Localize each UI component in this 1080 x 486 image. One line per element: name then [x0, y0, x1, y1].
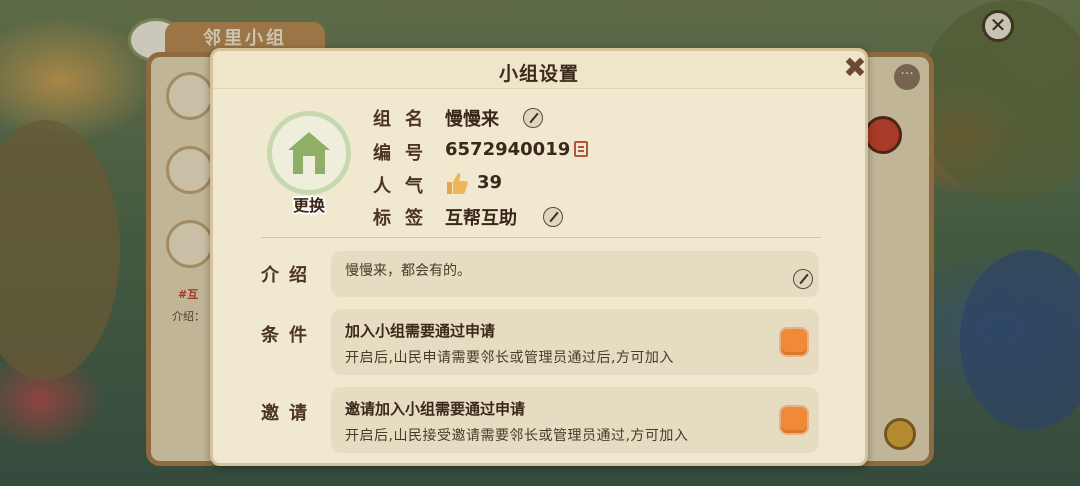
invite-toggle[interactable]: [779, 405, 809, 435]
hut-icon: [288, 132, 330, 174]
group-settings-dialog: 小组设置 ✖ 更换 组名 慢慢来 编号 6572940019 人气 39 标签 …: [210, 48, 868, 466]
condition-setting: 加入小组需要通过申请 开启后,山民申请需要邻长或管理员通过后,方可加入: [331, 309, 819, 375]
condition-desc: 开启后,山民申请需要邻长或管理员通过后,方可加入: [345, 350, 674, 366]
group-name-value: 慢慢来: [445, 109, 499, 130]
close-icon: ✖: [843, 51, 867, 84]
copy-icon[interactable]: [574, 141, 588, 157]
edit-name-icon[interactable]: [523, 108, 543, 128]
invite-title: 邀请加入小组需要通过申请: [345, 400, 526, 418]
popularity-label: 人气: [373, 176, 437, 197]
edit-tag-icon[interactable]: [543, 207, 563, 227]
group-id-value: 6572940019: [445, 139, 571, 160]
condition-toggle[interactable]: [779, 327, 809, 357]
close-button[interactable]: ✖: [841, 54, 869, 83]
dialog-title: 小组设置: [498, 63, 579, 85]
condition-title: 加入小组需要通过申请: [345, 322, 496, 340]
invite-desc: 开启后,山民接受邀请需要邻长或管理员通过,方可加入: [345, 428, 689, 444]
divider: [261, 237, 821, 238]
edit-intro-icon[interactable]: [793, 269, 813, 289]
tag-value: 互帮互助: [445, 208, 517, 229]
intro-label: 介绍: [261, 265, 317, 286]
group-name-label: 组名: [373, 109, 437, 130]
condition-label: 条件: [261, 325, 317, 346]
group-icon[interactable]: [267, 111, 351, 195]
popularity-value: 39: [477, 172, 503, 193]
thumbs-up-icon: [447, 173, 468, 194]
change-icon-button[interactable]: 更换: [271, 192, 347, 216]
group-id-label: 编号: [373, 143, 437, 164]
tag-label: 标签: [373, 208, 437, 229]
invite-label: 邀请: [261, 403, 317, 424]
intro-text: 慢慢来，都会有的。: [345, 263, 471, 279]
invite-setting: 邀请加入小组需要通过申请 开启后,山民接受邀请需要邻长或管理员通过,方可加入: [331, 387, 819, 453]
intro-box[interactable]: 慢慢来，都会有的。: [331, 251, 819, 297]
